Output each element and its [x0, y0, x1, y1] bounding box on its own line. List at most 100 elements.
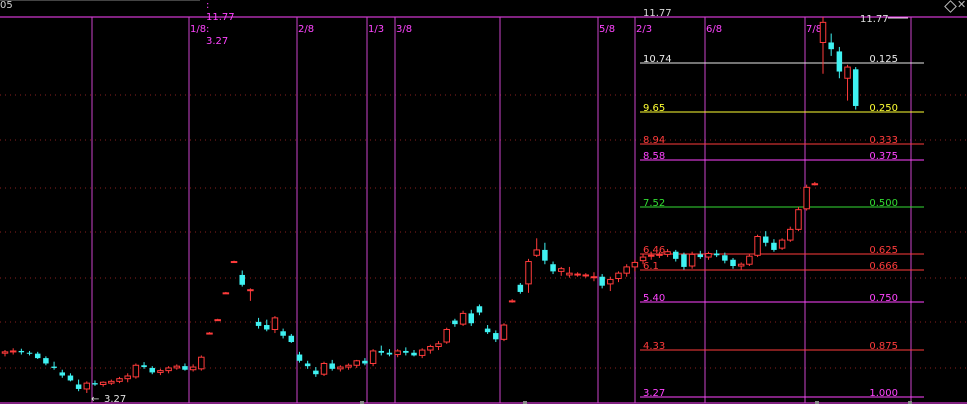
candle-body[interactable] [329, 363, 335, 369]
candle-body[interactable] [681, 254, 687, 267]
candle-body[interactable] [533, 249, 540, 256]
candle-body[interactable] [26, 352, 33, 354]
candle-body[interactable] [288, 335, 295, 343]
candle-body[interactable] [116, 378, 123, 382]
candle-body[interactable] [149, 367, 155, 373]
candle-body[interactable] [599, 276, 605, 286]
candle-body[interactable] [771, 242, 777, 250]
candle-body[interactable] [296, 354, 303, 361]
candle-body[interactable] [353, 360, 360, 366]
candle-body[interactable] [542, 249, 548, 261]
candle-body[interactable] [255, 321, 262, 326]
candle-body[interactable] [819, 21, 827, 43]
candle-body[interactable] [607, 278, 614, 285]
candle-body[interactable] [722, 255, 728, 261]
candle-body[interactable] [664, 251, 671, 255]
candle-body[interactable] [427, 345, 434, 351]
candle-body[interactable] [132, 364, 140, 378]
candle-body[interactable] [92, 383, 98, 385]
candle-body[interactable] [214, 319, 221, 322]
candle-body[interactable] [222, 292, 230, 295]
candle-body[interactable] [157, 370, 164, 373]
candle-body[interactable] [124, 375, 131, 380]
candle-body[interactable] [418, 349, 426, 356]
candle-body[interactable] [688, 253, 696, 267]
candle-body[interactable] [754, 236, 761, 256]
candle-body[interactable] [108, 380, 115, 384]
candle-body[interactable] [34, 353, 41, 359]
candlestick-chart[interactable]: 1/8 2/8 1/3 3/8 5/8 2/3 6/8 7/8 11.77 10.74 0.125 9… [0, 0, 967, 404]
candle-body[interactable] [697, 254, 704, 258]
candle-body[interactable] [705, 252, 712, 258]
candle-body[interactable] [141, 365, 147, 368]
candle-body[interactable] [811, 183, 819, 186]
candle-body[interactable] [280, 331, 286, 336]
candle-body[interactable] [67, 375, 74, 381]
candle-body[interactable] [386, 352, 393, 355]
candle-body[interactable] [403, 350, 409, 353]
candle-body[interactable] [631, 261, 639, 268]
candle-body[interactable] [730, 259, 736, 267]
candle-body[interactable] [189, 366, 197, 371]
candle-body[interactable] [836, 51, 843, 72]
candle-body[interactable] [844, 66, 851, 79]
candle-body[interactable] [582, 274, 590, 277]
candle-body[interactable] [852, 69, 859, 106]
candle-body[interactable] [484, 328, 491, 333]
candle-body[interactable] [468, 313, 475, 324]
candle-body[interactable] [230, 261, 238, 264]
candle-body[interactable] [206, 332, 213, 335]
candle-body[interactable] [795, 209, 802, 230]
candle-body[interactable] [623, 266, 630, 274]
candle-body[interactable] [411, 352, 417, 356]
candle-body[interactable] [313, 370, 319, 375]
candle-body[interactable] [615, 272, 622, 280]
candle-body[interactable] [435, 343, 442, 347]
candle-body[interactable] [59, 372, 66, 376]
candle-body[interactable] [1, 351, 9, 354]
candle-body[interactable] [83, 382, 91, 390]
candle-body[interactable] [173, 365, 181, 369]
candle-body[interactable] [362, 360, 368, 364]
candle-body[interactable] [550, 264, 556, 272]
candle-body[interactable] [18, 350, 25, 353]
candle-body[interactable] [500, 324, 508, 340]
candle-body[interactable] [345, 364, 352, 368]
candle-body[interactable] [394, 350, 401, 356]
candle-body[interactable] [656, 253, 663, 256]
candle-body[interactable] [247, 289, 254, 292]
candle-body[interactable] [304, 363, 311, 367]
candle-body[interactable] [803, 186, 810, 210]
candle-body[interactable] [43, 358, 49, 364]
candle-body[interactable] [51, 366, 57, 368]
candle-body[interactable] [165, 367, 172, 372]
candle-body[interactable] [337, 366, 344, 370]
candle-body[interactable] [778, 239, 786, 249]
candle-body[interactable] [566, 272, 573, 276]
candle-body[interactable] [452, 320, 458, 325]
candle-body[interactable] [673, 251, 679, 259]
candle-body[interactable] [828, 42, 834, 50]
candle-body[interactable] [239, 274, 245, 285]
candle-body[interactable] [99, 381, 107, 385]
candle-body[interactable] [508, 300, 516, 303]
candle-body[interactable] [525, 261, 532, 285]
candle-body[interactable] [182, 366, 188, 370]
candle-body[interactable] [459, 312, 467, 325]
candle-body[interactable] [198, 356, 205, 370]
candle-body[interactable] [476, 306, 483, 313]
candle-body[interactable] [590, 276, 598, 279]
candle-body[interactable] [271, 317, 279, 330]
candle-body[interactable] [517, 284, 524, 292]
candle-body[interactable] [378, 350, 385, 353]
candle-body[interactable] [369, 350, 377, 364]
candle-body[interactable] [647, 254, 655, 257]
candle-body[interactable] [320, 362, 328, 375]
candle-body[interactable] [574, 273, 581, 276]
candle-body[interactable] [264, 325, 270, 330]
candle-body[interactable] [746, 255, 753, 265]
candle-body[interactable] [443, 328, 450, 343]
candle-body[interactable] [9, 350, 17, 353]
candle-body[interactable] [493, 333, 499, 340]
candle-body[interactable] [557, 268, 565, 272]
